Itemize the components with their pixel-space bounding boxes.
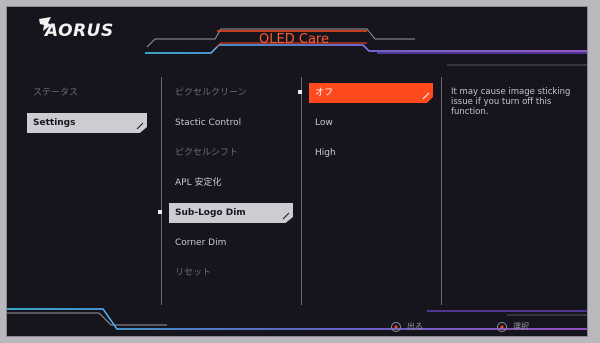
osd-screen: AORUS OLED Care ステータス Settings ピクセルクリーン … xyxy=(6,6,588,337)
joystick-icon xyxy=(497,321,507,332)
footer-decoration xyxy=(7,308,587,330)
select-label: 選択 xyxy=(513,322,529,331)
joystick-icon xyxy=(391,321,401,332)
exit-hint[interactable]: 出る xyxy=(391,321,423,332)
select-hint[interactable]: 選択 xyxy=(497,321,529,332)
exit-label: 出る xyxy=(407,322,423,331)
